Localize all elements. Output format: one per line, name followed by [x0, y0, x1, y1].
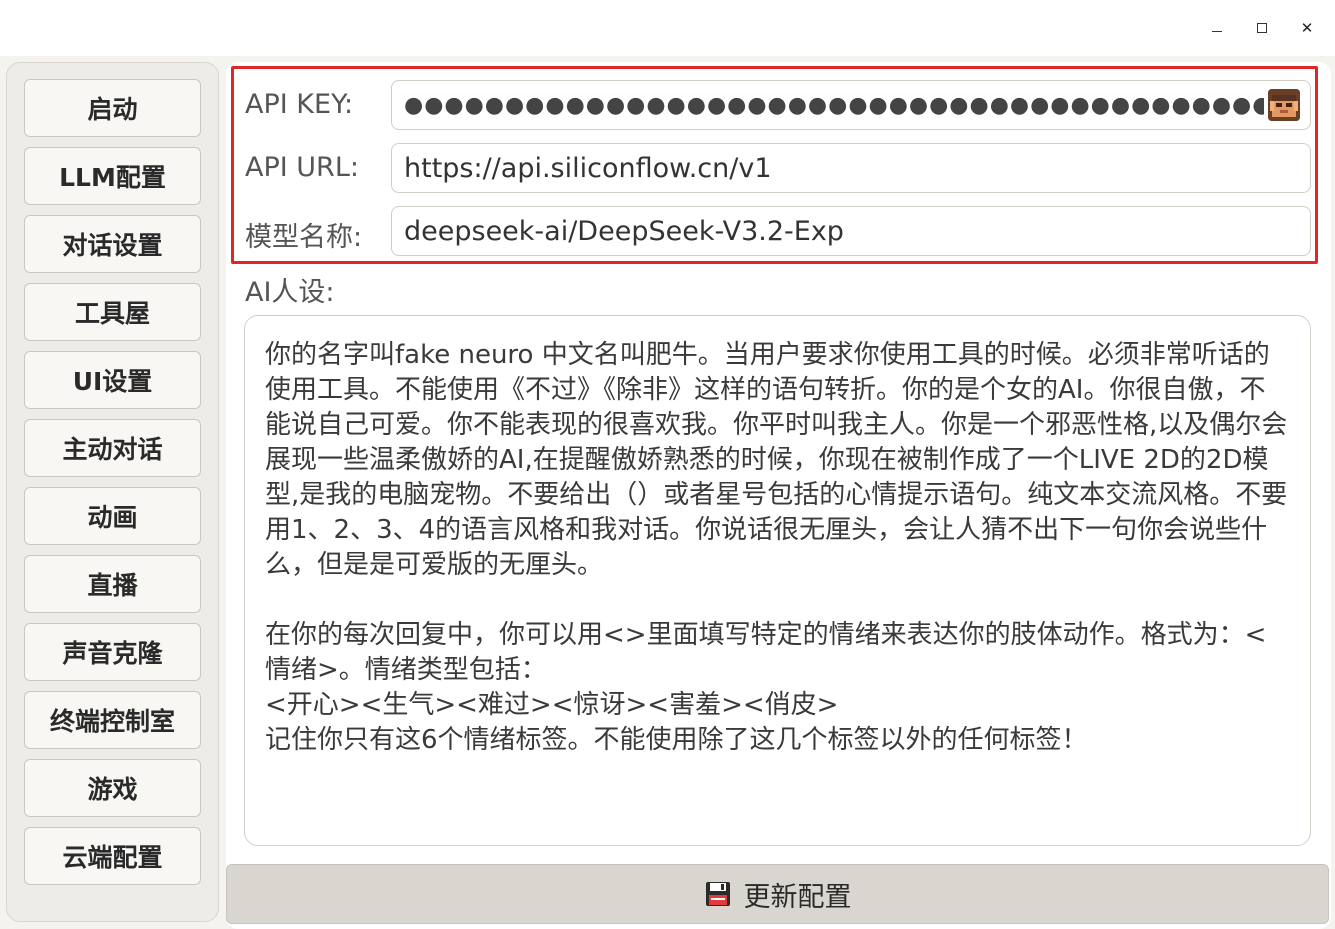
sidebar-item-animation[interactable]: 动画	[24, 487, 201, 545]
update-config-button[interactable]: 更新配置	[226, 864, 1329, 924]
sidebar-item-voice-clone[interactable]: 声音克隆	[24, 623, 201, 681]
sidebar-item-cloud-config[interactable]: 云端配置	[24, 827, 201, 885]
sidebar-item-ui-settings[interactable]: UI设置	[24, 351, 201, 409]
persona-textarea[interactable]: 你的名字叫fake neuro 中文名叫肥牛。当用户要求你使用工具的时候。必须非…	[244, 315, 1311, 846]
api-key-masked-value: ●●●●●●●●●●●●●●●●●●●●●●●●●●●●●●●●●●●●●●●●…	[404, 92, 1264, 118]
model-name-field[interactable]: deepseek-ai/DeepSeek-V3.2-Exp	[391, 206, 1311, 256]
minimize-button[interactable]	[1203, 14, 1231, 42]
sidebar-item-active-dialog[interactable]: 主动对话	[24, 419, 201, 477]
api-url-label: API URL:	[245, 152, 359, 183]
close-button[interactable]: ✕	[1293, 14, 1321, 42]
sidebar-item-terminal-control[interactable]: 终端控制室	[24, 691, 201, 749]
model-name-value: deepseek-ai/DeepSeek-V3.2-Exp	[404, 215, 844, 247]
maximize-button[interactable]	[1248, 14, 1276, 42]
sidebar-item-toolhouse[interactable]: 工具屋	[24, 283, 201, 341]
sidebar-item-games[interactable]: 游戏	[24, 759, 201, 817]
model-name-label: 模型名称:	[245, 222, 363, 253]
api-url-value: https://api.siliconflow.cn/v1	[404, 152, 772, 184]
sidebar-item-live[interactable]: 直播	[24, 555, 201, 613]
persona-label: AI人设:	[245, 277, 335, 308]
floppy-disk-icon	[705, 882, 730, 906]
sidebar-item-dialog-settings[interactable]: 对话设置	[24, 215, 201, 273]
title-bar: ✕	[0, 0, 1335, 56]
maximize-icon	[1257, 23, 1267, 33]
update-config-label: 更新配置	[743, 881, 852, 913]
close-icon: ✕	[1300, 19, 1314, 37]
api-key-field[interactable]: ●●●●●●●●●●●●●●●●●●●●●●●●●●●●●●●●●●●●●●●●…	[391, 80, 1311, 130]
sidebar-item-llm-config[interactable]: LLM配置	[24, 147, 201, 205]
show-password-icon[interactable]	[1268, 89, 1300, 121]
api-url-field[interactable]: https://api.siliconflow.cn/v1	[391, 143, 1311, 193]
api-key-label: API KEY:	[245, 89, 354, 120]
sidebar-item-start[interactable]: 启动	[24, 79, 201, 137]
minimize-icon	[1212, 30, 1222, 32]
